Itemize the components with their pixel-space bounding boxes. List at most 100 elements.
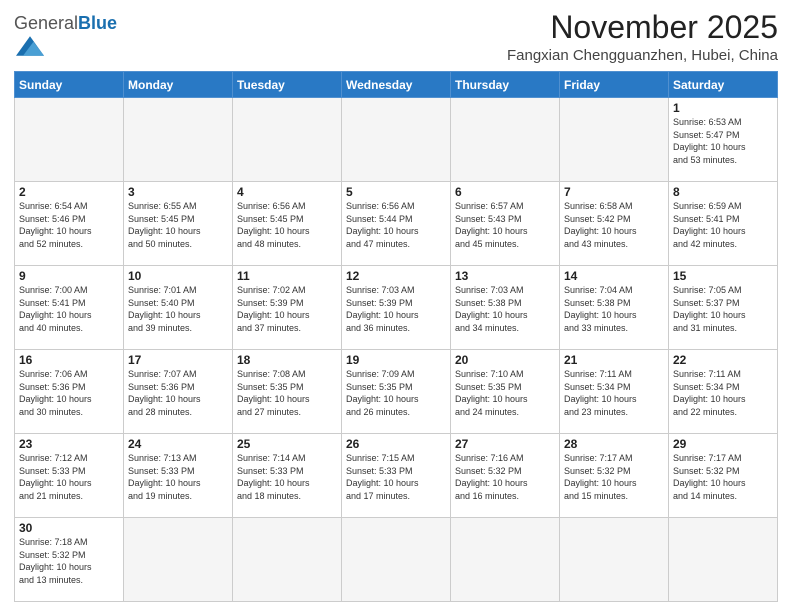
header-wednesday: Wednesday: [342, 72, 451, 98]
logo-icon: [16, 32, 44, 60]
table-row: [342, 518, 451, 602]
table-row: 30Sunrise: 7:18 AMSunset: 5:32 PMDayligh…: [15, 518, 124, 602]
table-row: 14Sunrise: 7:04 AMSunset: 5:38 PMDayligh…: [560, 266, 669, 350]
calendar-table: Sunday Monday Tuesday Wednesday Thursday…: [14, 71, 778, 602]
table-row: [560, 98, 669, 182]
table-row: 7Sunrise: 6:58 AMSunset: 5:42 PMDaylight…: [560, 182, 669, 266]
day-number: 19: [346, 353, 446, 367]
page: GeneralBlue November 2025 Fangxian Cheng…: [0, 0, 792, 612]
day-info: Sunrise: 7:00 AMSunset: 5:41 PMDaylight:…: [19, 284, 119, 334]
day-info: Sunrise: 7:03 AMSunset: 5:38 PMDaylight:…: [455, 284, 555, 334]
day-number: 17: [128, 353, 228, 367]
day-number: 4: [237, 185, 337, 199]
table-row: 23Sunrise: 7:12 AMSunset: 5:33 PMDayligh…: [15, 434, 124, 518]
day-number: 21: [564, 353, 664, 367]
header-thursday: Thursday: [451, 72, 560, 98]
day-info: Sunrise: 7:02 AMSunset: 5:39 PMDaylight:…: [237, 284, 337, 334]
table-row: [669, 518, 778, 602]
day-number: 16: [19, 353, 119, 367]
location-subtitle: Fangxian Chengguanzhen, Hubei, China: [507, 47, 778, 64]
day-info: Sunrise: 7:10 AMSunset: 5:35 PMDaylight:…: [455, 368, 555, 418]
day-number: 2: [19, 185, 119, 199]
table-row: 17Sunrise: 7:07 AMSunset: 5:36 PMDayligh…: [124, 350, 233, 434]
day-number: 30: [19, 521, 119, 535]
table-row: [124, 518, 233, 602]
table-row: 16Sunrise: 7:06 AMSunset: 5:36 PMDayligh…: [15, 350, 124, 434]
day-info: Sunrise: 6:57 AMSunset: 5:43 PMDaylight:…: [455, 200, 555, 250]
day-info: Sunrise: 7:12 AMSunset: 5:33 PMDaylight:…: [19, 452, 119, 502]
day-info: Sunrise: 7:16 AMSunset: 5:32 PMDaylight:…: [455, 452, 555, 502]
table-row: 19Sunrise: 7:09 AMSunset: 5:35 PMDayligh…: [342, 350, 451, 434]
day-info: Sunrise: 7:14 AMSunset: 5:33 PMDaylight:…: [237, 452, 337, 502]
day-info: Sunrise: 7:17 AMSunset: 5:32 PMDaylight:…: [564, 452, 664, 502]
table-row: 18Sunrise: 7:08 AMSunset: 5:35 PMDayligh…: [233, 350, 342, 434]
title-block: November 2025 Fangxian Chengguanzhen, Hu…: [507, 10, 778, 64]
day-number: 15: [673, 269, 773, 283]
day-info: Sunrise: 7:01 AMSunset: 5:40 PMDaylight:…: [128, 284, 228, 334]
day-number: 7: [564, 185, 664, 199]
table-row: 26Sunrise: 7:15 AMSunset: 5:33 PMDayligh…: [342, 434, 451, 518]
table-row: 15Sunrise: 7:05 AMSunset: 5:37 PMDayligh…: [669, 266, 778, 350]
day-info: Sunrise: 7:03 AMSunset: 5:39 PMDaylight:…: [346, 284, 446, 334]
table-row: [560, 518, 669, 602]
table-row: 22Sunrise: 7:11 AMSunset: 5:34 PMDayligh…: [669, 350, 778, 434]
day-info: Sunrise: 7:05 AMSunset: 5:37 PMDaylight:…: [673, 284, 773, 334]
table-row: [451, 98, 560, 182]
table-row: 27Sunrise: 7:16 AMSunset: 5:32 PMDayligh…: [451, 434, 560, 518]
table-row: 12Sunrise: 7:03 AMSunset: 5:39 PMDayligh…: [342, 266, 451, 350]
day-info: Sunrise: 7:08 AMSunset: 5:35 PMDaylight:…: [237, 368, 337, 418]
month-year-title: November 2025: [507, 10, 778, 45]
logo: GeneralBlue: [14, 14, 117, 65]
table-row: 3Sunrise: 6:55 AMSunset: 5:45 PMDaylight…: [124, 182, 233, 266]
header: GeneralBlue November 2025 Fangxian Cheng…: [14, 10, 778, 65]
header-friday: Friday: [560, 72, 669, 98]
table-row: 20Sunrise: 7:10 AMSunset: 5:35 PMDayligh…: [451, 350, 560, 434]
table-row: 6Sunrise: 6:57 AMSunset: 5:43 PMDaylight…: [451, 182, 560, 266]
table-row: 24Sunrise: 7:13 AMSunset: 5:33 PMDayligh…: [124, 434, 233, 518]
day-number: 24: [128, 437, 228, 451]
table-row: 1Sunrise: 6:53 AMSunset: 5:47 PMDaylight…: [669, 98, 778, 182]
calendar-week-row: 2Sunrise: 6:54 AMSunset: 5:46 PMDaylight…: [15, 182, 778, 266]
calendar-header: Sunday Monday Tuesday Wednesday Thursday…: [15, 72, 778, 98]
header-monday: Monday: [124, 72, 233, 98]
day-number: 20: [455, 353, 555, 367]
day-number: 8: [673, 185, 773, 199]
logo-blue: Blue: [78, 13, 117, 33]
day-info: Sunrise: 7:09 AMSunset: 5:35 PMDaylight:…: [346, 368, 446, 418]
table-row: 28Sunrise: 7:17 AMSunset: 5:32 PMDayligh…: [560, 434, 669, 518]
day-number: 26: [346, 437, 446, 451]
day-number: 27: [455, 437, 555, 451]
day-number: 25: [237, 437, 337, 451]
table-row: 21Sunrise: 7:11 AMSunset: 5:34 PMDayligh…: [560, 350, 669, 434]
day-info: Sunrise: 7:11 AMSunset: 5:34 PMDaylight:…: [673, 368, 773, 418]
table-row: 11Sunrise: 7:02 AMSunset: 5:39 PMDayligh…: [233, 266, 342, 350]
day-info: Sunrise: 6:53 AMSunset: 5:47 PMDaylight:…: [673, 116, 773, 166]
header-sunday: Sunday: [15, 72, 124, 98]
day-info: Sunrise: 7:13 AMSunset: 5:33 PMDaylight:…: [128, 452, 228, 502]
day-number: 12: [346, 269, 446, 283]
day-number: 6: [455, 185, 555, 199]
day-info: Sunrise: 6:55 AMSunset: 5:45 PMDaylight:…: [128, 200, 228, 250]
day-info: Sunrise: 6:58 AMSunset: 5:42 PMDaylight:…: [564, 200, 664, 250]
table-row: [124, 98, 233, 182]
day-number: 3: [128, 185, 228, 199]
table-row: 2Sunrise: 6:54 AMSunset: 5:46 PMDaylight…: [15, 182, 124, 266]
day-info: Sunrise: 7:18 AMSunset: 5:32 PMDaylight:…: [19, 536, 119, 586]
table-row: [451, 518, 560, 602]
day-info: Sunrise: 7:06 AMSunset: 5:36 PMDaylight:…: [19, 368, 119, 418]
day-number: 22: [673, 353, 773, 367]
table-row: 9Sunrise: 7:00 AMSunset: 5:41 PMDaylight…: [15, 266, 124, 350]
table-row: [342, 98, 451, 182]
table-row: 10Sunrise: 7:01 AMSunset: 5:40 PMDayligh…: [124, 266, 233, 350]
day-number: 5: [346, 185, 446, 199]
header-saturday: Saturday: [669, 72, 778, 98]
table-row: 4Sunrise: 6:56 AMSunset: 5:45 PMDaylight…: [233, 182, 342, 266]
calendar-week-row: 30Sunrise: 7:18 AMSunset: 5:32 PMDayligh…: [15, 518, 778, 602]
calendar-week-row: 23Sunrise: 7:12 AMSunset: 5:33 PMDayligh…: [15, 434, 778, 518]
day-info: Sunrise: 6:56 AMSunset: 5:44 PMDaylight:…: [346, 200, 446, 250]
logo-general: General: [14, 13, 78, 33]
weekday-header-row: Sunday Monday Tuesday Wednesday Thursday…: [15, 72, 778, 98]
header-tuesday: Tuesday: [233, 72, 342, 98]
table-row: [233, 518, 342, 602]
day-number: 18: [237, 353, 337, 367]
